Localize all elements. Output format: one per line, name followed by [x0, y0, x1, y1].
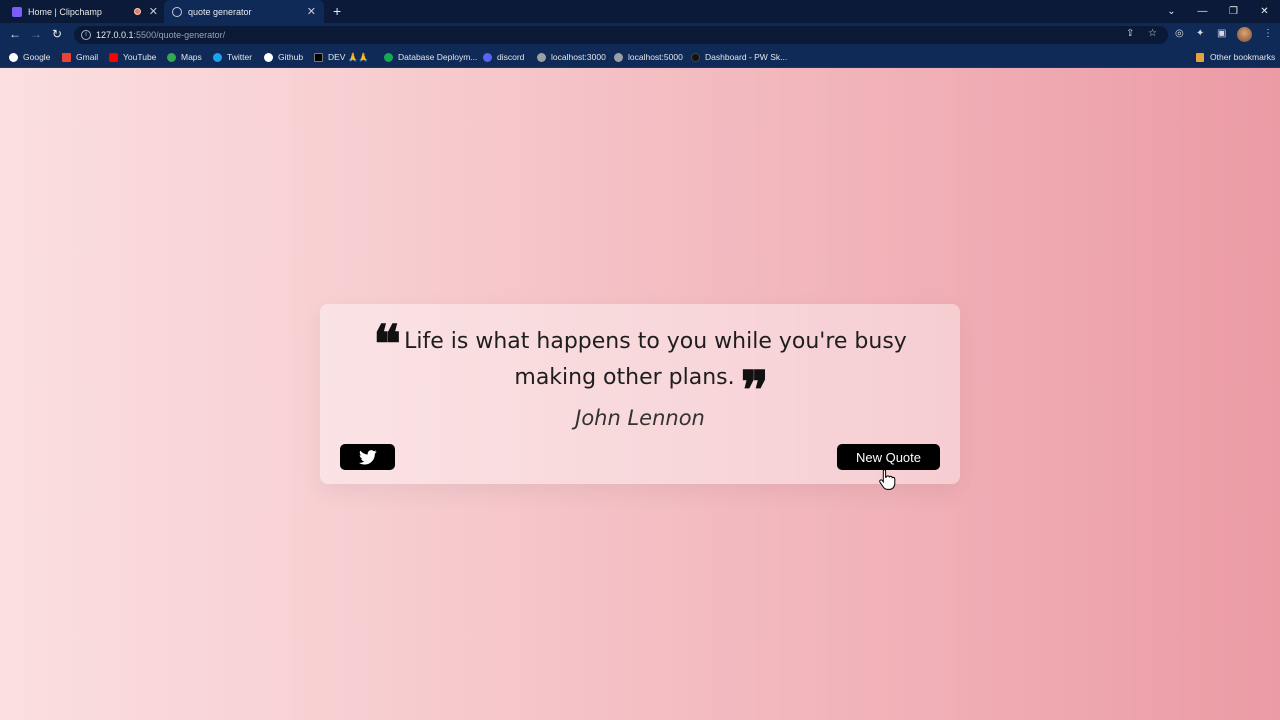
- github-icon: [264, 52, 273, 62]
- clipchamp-icon: [12, 6, 22, 17]
- tab-strip: Home | Clipchamp ✕ quote generator ✕ + ⌄…: [0, 0, 1280, 23]
- bookmark-database[interactable]: Database Deploym...: [384, 50, 477, 64]
- quote-author: John Lennon: [575, 406, 705, 430]
- url-host: 127.0.0.1: [96, 30, 134, 40]
- globe-icon: [614, 52, 623, 62]
- quote-container: ❝ Life is what happens to you while you'r…: [320, 304, 960, 484]
- quote-text: Life is what happens to you while you're…: [404, 329, 907, 390]
- twitter-icon: [213, 52, 222, 62]
- hand-cursor-icon: [879, 469, 896, 490]
- folder-icon: [1196, 52, 1204, 62]
- close-tab-icon[interactable]: ✕: [149, 5, 158, 18]
- bookmark-dev[interactable]: DEV 🙏🙏: [314, 50, 369, 64]
- new-quote-button[interactable]: New Quote: [837, 444, 940, 470]
- tab-clipchamp[interactable]: Home | Clipchamp ✕: [6, 0, 164, 23]
- twitter-icon: [358, 449, 377, 464]
- url-path: :5500/quote-generator/: [133, 30, 226, 40]
- quote-left-icon: ❝: [373, 317, 401, 374]
- pw-icon: [691, 52, 700, 62]
- globe-icon: [172, 6, 182, 17]
- avatar[interactable]: [1237, 27, 1252, 42]
- address-bar[interactable]: i 127.0.0.1:5500/quote-generator/: [74, 26, 1168, 44]
- tab-title: Home | Clipchamp: [28, 6, 102, 17]
- chevron-down-icon[interactable]: ⌄: [1156, 6, 1187, 17]
- tab-title: quote generator: [188, 6, 252, 17]
- star-icon[interactable]: ☆: [1148, 28, 1157, 40]
- reload-icon[interactable]: ↻: [52, 27, 62, 41]
- back-icon[interactable]: ←: [9, 27, 21, 41]
- restore-icon[interactable]: ❐: [1218, 6, 1249, 17]
- extension-icon[interactable]: ◎: [1175, 28, 1184, 40]
- youtube-icon: [109, 52, 118, 62]
- gmail-icon: [62, 52, 71, 62]
- minimize-icon[interactable]: —: [1187, 6, 1218, 17]
- bookmark-localhost-5000[interactable]: localhost:5000: [614, 50, 683, 64]
- tweet-button[interactable]: [340, 444, 395, 470]
- quote-block: ❝ Life is what happens to you while you'r…: [350, 320, 930, 418]
- bookmark-youtube[interactable]: YouTube: [109, 50, 156, 64]
- bookmark-dashboard[interactable]: Dashboard - PW Sk...: [691, 50, 787, 64]
- other-bookmarks[interactable]: Other bookmarks: [1196, 50, 1275, 64]
- side-panel-icon[interactable]: ▣: [1217, 28, 1226, 40]
- google-icon: [9, 52, 18, 62]
- bookmark-localhost-3000[interactable]: localhost:3000: [537, 50, 606, 64]
- dev-icon: [314, 52, 323, 62]
- forward-icon[interactable]: →: [30, 27, 42, 41]
- window-controls: ⌄ — ❐ ✕: [1156, 0, 1280, 23]
- bookmark-gmail[interactable]: Gmail: [62, 50, 98, 64]
- browser-toolbar: ← → ↻ i 127.0.0.1:5500/quote-generator/ …: [0, 23, 1280, 46]
- site-info-icon[interactable]: i: [81, 30, 91, 40]
- bookmark-twitter[interactable]: Twitter: [213, 50, 252, 64]
- bookmark-github[interactable]: Github: [264, 50, 303, 64]
- bookmark-google[interactable]: Google: [9, 50, 50, 64]
- close-icon[interactable]: ✕: [1249, 6, 1280, 17]
- plus-icon[interactable]: +: [333, 3, 341, 19]
- share-icon[interactable]: ⇪: [1126, 28, 1134, 40]
- recording-indicator-icon: [133, 8, 141, 15]
- maps-icon: [167, 52, 176, 62]
- bookmarks-bar: Google Gmail YouTube Maps Twitter Github…: [0, 46, 1280, 68]
- close-tab-icon[interactable]: ✕: [307, 5, 316, 18]
- discord-icon: [483, 52, 492, 62]
- database-icon: [384, 52, 393, 62]
- page-viewport: ❝ Life is what happens to you while you'r…: [0, 68, 1280, 720]
- puzzle-icon[interactable]: ✦: [1196, 28, 1204, 40]
- bookmark-maps[interactable]: Maps: [167, 50, 202, 64]
- tab-quote-generator[interactable]: quote generator ✕: [164, 0, 324, 23]
- bookmark-discord[interactable]: discord: [483, 50, 524, 64]
- menu-icon[interactable]: ⋮: [1263, 28, 1273, 40]
- globe-icon: [537, 52, 546, 62]
